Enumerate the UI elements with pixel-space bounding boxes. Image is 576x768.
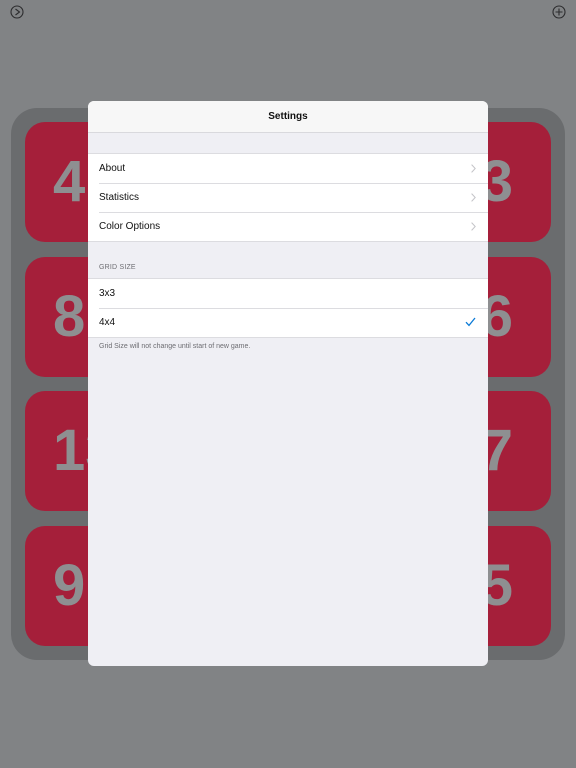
- tile-number: 5: [480, 553, 513, 618]
- chevron-right-icon: [471, 164, 476, 173]
- tile-number: 9: [53, 553, 86, 618]
- menu-item-color-options[interactable]: Color Options: [88, 212, 488, 241]
- settings-menu-group: About Statistics Color Options: [88, 153, 488, 242]
- grid-size-footnote: Grid Size will not change until start of…: [99, 343, 251, 350]
- menu-item-statistics[interactable]: Statistics: [88, 183, 488, 212]
- grid-size-option-4x4[interactable]: 4x4: [88, 308, 488, 337]
- menu-item-about[interactable]: About: [88, 154, 488, 183]
- checkmark-icon: [465, 317, 476, 327]
- settings-modal: Settings About Statistics Color Options …: [88, 101, 488, 666]
- modal-title: Settings: [88, 101, 488, 133]
- chevron-right-icon: [471, 222, 476, 231]
- menu-item-label: Color Options: [99, 221, 161, 232]
- play-circle-icon[interactable]: [9, 4, 25, 20]
- tile-number: 7: [480, 418, 513, 483]
- tile-number: 6: [480, 284, 513, 349]
- menu-item-label: About: [99, 163, 126, 174]
- grid-size-header: GRID SIZE: [99, 264, 136, 271]
- grid-size-group: 3x3 4x4: [88, 278, 488, 338]
- tile-number: 3: [480, 149, 513, 214]
- tile-number: 4: [53, 149, 86, 214]
- menu-item-label: Statistics: [99, 192, 140, 203]
- option-label: 4x4: [99, 317, 116, 328]
- option-label: 3x3: [99, 288, 116, 299]
- grid-size-option-3x3[interactable]: 3x3: [88, 279, 488, 308]
- tile-number: 8: [53, 284, 86, 349]
- plus-circle-icon[interactable]: [551, 4, 567, 20]
- chevron-right-icon: [471, 193, 476, 202]
